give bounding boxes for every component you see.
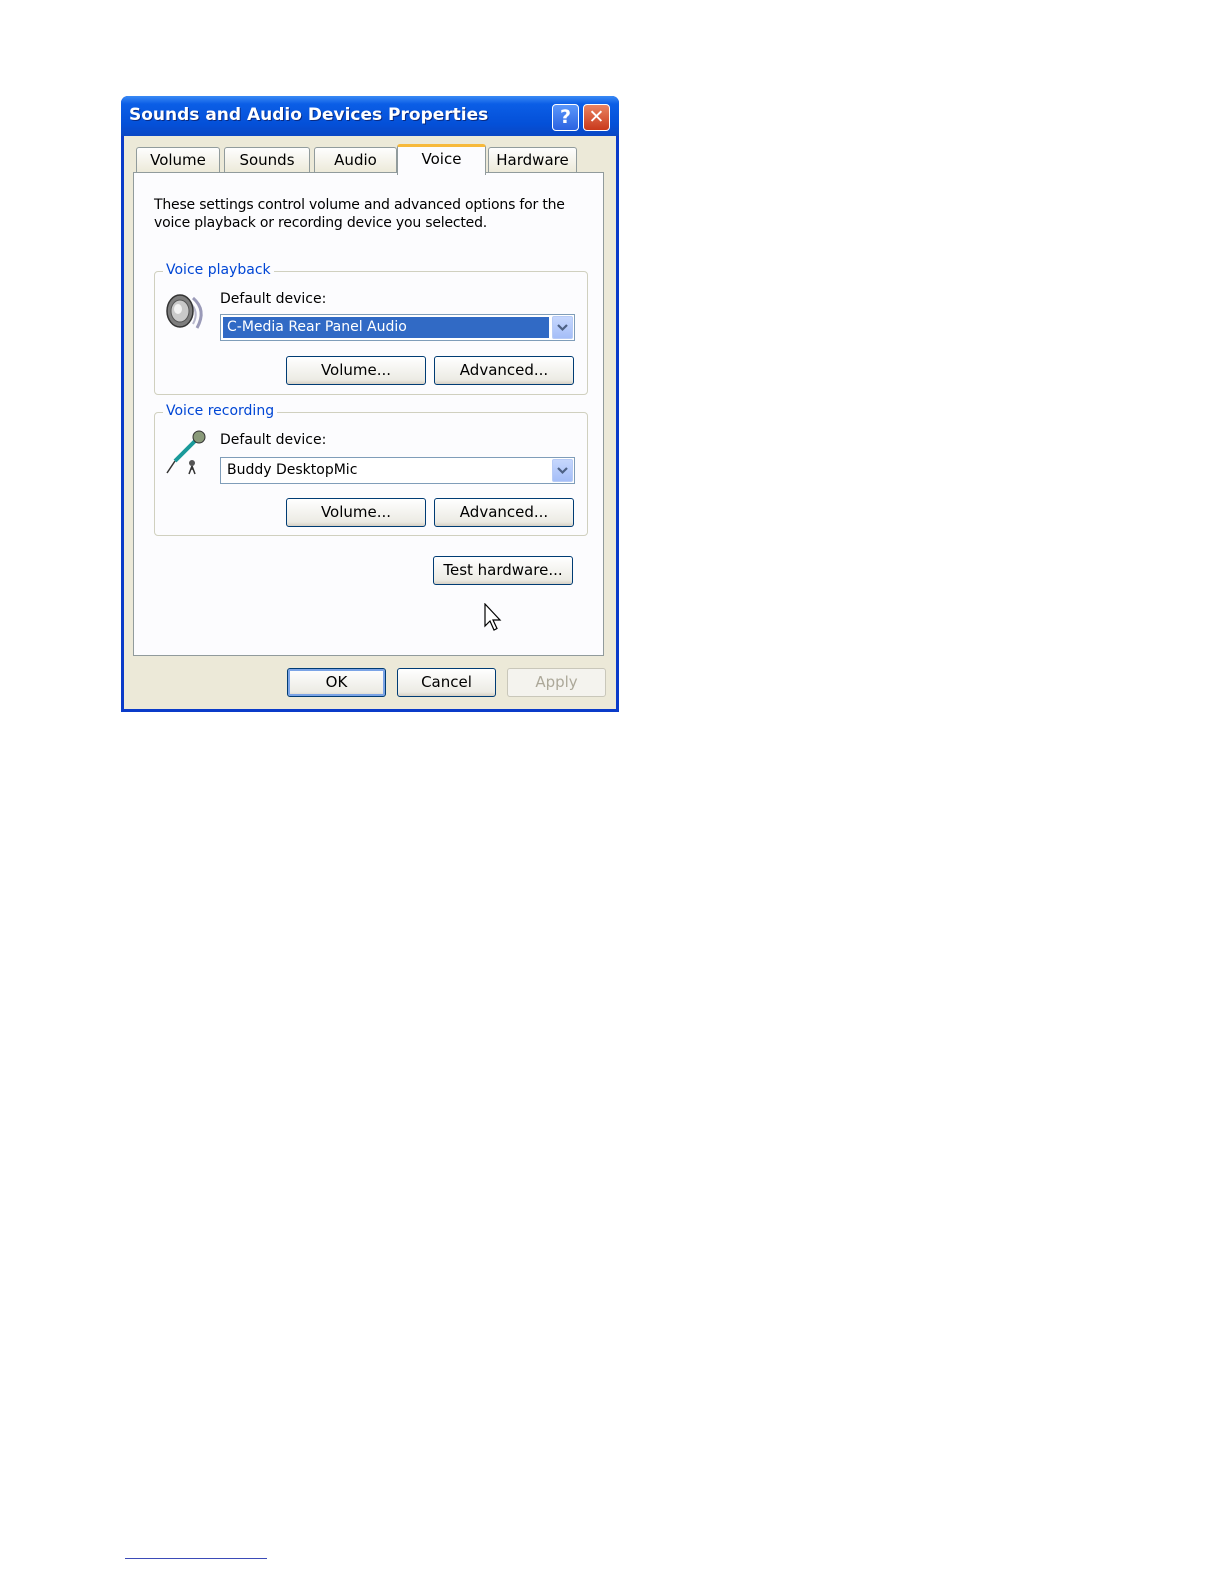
playback-volume-button[interactable]: Volume... (286, 356, 426, 385)
playback-device-dropdown[interactable]: C-Media Rear Panel Audio (220, 314, 575, 341)
cancel-button[interactable]: Cancel (397, 668, 496, 697)
voice-recording-group: Voice recording Default device: Buddy De… (154, 403, 588, 536)
playback-device-value: C-Media Rear Panel Audio (223, 317, 549, 338)
test-hardware-button[interactable]: Test hardware... (433, 556, 573, 585)
recording-advanced-button[interactable]: Advanced... (434, 498, 574, 527)
recording-device-value: Buddy DesktopMic (227, 462, 358, 478)
speaker-icon (166, 294, 203, 329)
window-title: Sounds and Audio Devices Properties (129, 105, 489, 125)
voice-tab-description: These settings control volume and advanc… (154, 197, 565, 231)
tab-voice[interactable]: Voice (397, 144, 486, 175)
help-icon: ? (559, 106, 572, 128)
chevron-down-icon (557, 324, 568, 332)
microphone-icon (166, 430, 206, 475)
voice-playback-legend: Voice playback (163, 262, 274, 278)
recording-device-dropdown[interactable]: Buddy DesktopMic (220, 457, 575, 484)
voice-playback-group: Voice playback Default device: C-Media R… (154, 262, 588, 395)
tab-volume[interactable]: Volume (136, 147, 220, 173)
ok-button[interactable]: OK (287, 668, 386, 697)
tab-sounds[interactable]: Sounds (224, 147, 310, 173)
playback-dropdown-button[interactable] (552, 316, 573, 339)
dialog-client-area: Volume Sounds Audio Voice Hardware These… (124, 136, 616, 709)
tab-audio[interactable]: Audio (314, 147, 397, 173)
footnote-rule (125, 1558, 267, 1559)
playback-advanced-button[interactable]: Advanced... (434, 356, 574, 385)
close-button[interactable]: ✕ (583, 104, 610, 131)
chevron-down-icon (557, 467, 568, 475)
recording-default-device-label: Default device: (220, 432, 327, 448)
recording-dropdown-button[interactable] (552, 459, 573, 482)
apply-button: Apply (507, 668, 606, 697)
close-icon: ✕ (588, 106, 605, 128)
sounds-audio-properties-dialog: Sounds and Audio Devices Properties ? ✕ … (121, 96, 619, 712)
help-button[interactable]: ? (552, 104, 579, 131)
tab-hardware[interactable]: Hardware (488, 147, 577, 173)
title-bar[interactable]: Sounds and Audio Devices Properties ? ✕ (121, 96, 619, 136)
mouse-pointer-icon (484, 603, 502, 631)
voice-tab-panel: These settings control volume and advanc… (133, 172, 604, 656)
voice-recording-legend: Voice recording (163, 403, 278, 419)
playback-default-device-label: Default device: (220, 291, 327, 307)
recording-volume-button[interactable]: Volume... (286, 498, 426, 527)
